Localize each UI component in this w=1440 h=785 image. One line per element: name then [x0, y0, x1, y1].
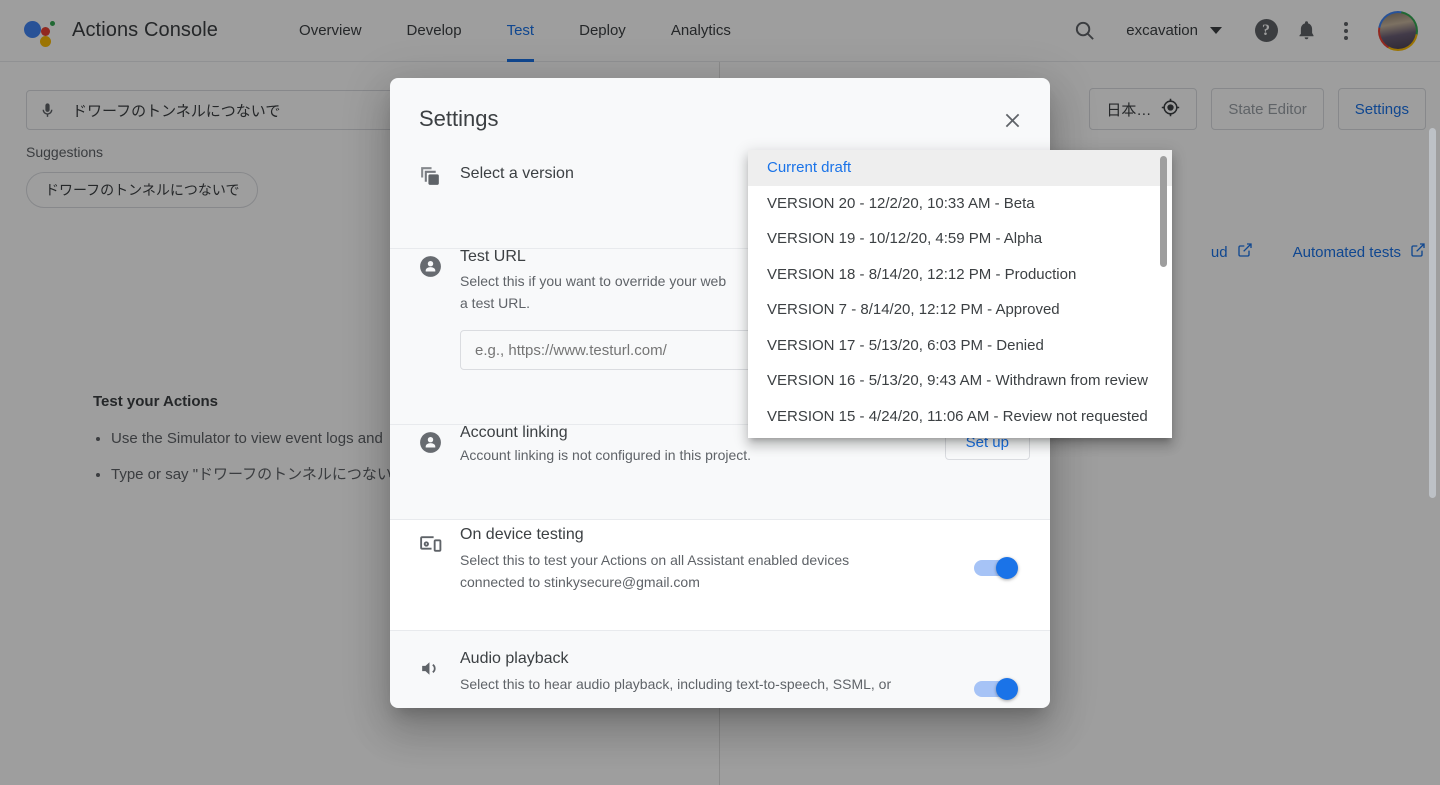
on-device-testing-row: On device testing Select this to test yo… [418, 526, 1038, 593]
dialog-header: Settings [390, 78, 1050, 142]
select-version-label: Select a version [460, 165, 574, 182]
test-url-description-line1: Select this if you want to override your… [460, 273, 727, 289]
audio-playback-row: Audio playback Select this to hear audio… [418, 650, 1038, 700]
audio-playback-description: Select this to hear audio playback, incl… [460, 676, 892, 692]
layers-copy-icon [418, 164, 443, 194]
volume-up-icon [418, 656, 443, 686]
audio-playback-title: Audio playback [460, 650, 569, 667]
version-option-16[interactable]: VERSION 16 - 5/13/20, 9:43 AM - Withdraw… [748, 363, 1172, 399]
version-option-15[interactable]: VERSION 15 - 4/24/20, 11:06 AM - Review … [748, 399, 1172, 435]
version-option-20[interactable]: VERSION 20 - 12/2/20, 10:33 AM - Beta [748, 186, 1172, 222]
dropdown-scrollbar-thumb[interactable] [1160, 156, 1167, 267]
person-icon [418, 430, 443, 460]
on-device-testing-toggle[interactable] [974, 557, 1018, 579]
close-icon[interactable] [998, 106, 1026, 134]
version-option-current-draft[interactable]: Current draft [748, 150, 1172, 186]
on-device-desc-line1: Select this to test your Actions on all … [460, 552, 850, 568]
test-url-description-line2: a test URL. [460, 295, 531, 311]
devices-icon [418, 532, 443, 562]
version-option-17[interactable]: VERSION 17 - 5/13/20, 6:03 PM - Denied [748, 328, 1172, 364]
version-option-19[interactable]: VERSION 19 - 10/12/20, 4:59 PM - Alpha [748, 221, 1172, 257]
section-divider [390, 630, 1050, 631]
version-option-18[interactable]: VERSION 18 - 8/14/20, 12:12 PM - Product… [748, 257, 1172, 293]
dialog-title: Settings [419, 106, 499, 131]
dropdown-scrollbar[interactable] [1160, 156, 1167, 432]
on-device-testing-description: Select this to test your Actions on all … [460, 549, 1038, 593]
version-dropdown: Current draft VERSION 20 - 12/2/20, 10:3… [748, 150, 1172, 438]
on-device-testing-title: On device testing [460, 526, 584, 543]
on-device-desc-line2: connected to stinkysecure@gmail.com [460, 574, 700, 590]
section-divider [390, 519, 1050, 520]
audio-playback-toggle[interactable] [974, 678, 1018, 700]
version-option-7[interactable]: VERSION 7 - 8/14/20, 12:12 PM - Approved [748, 292, 1172, 328]
person-icon [418, 254, 443, 284]
dialog-scrollbar[interactable] [1429, 50, 1436, 625]
dialog-scrollbar-thumb[interactable] [1429, 128, 1436, 498]
